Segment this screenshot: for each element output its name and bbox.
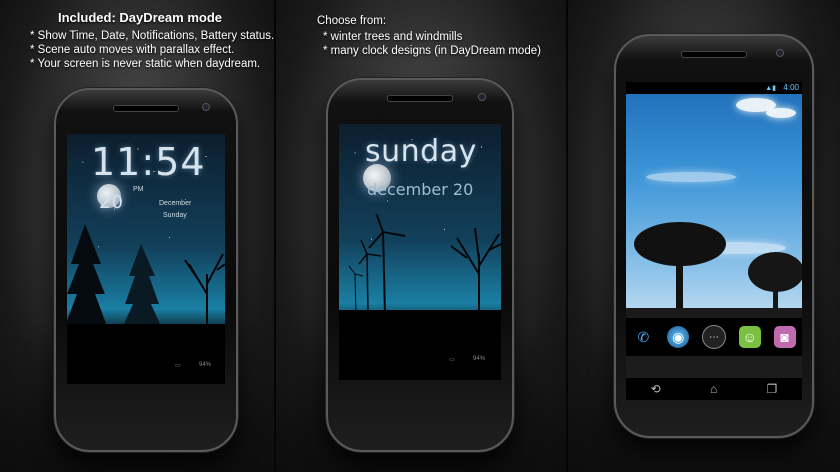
clock-ampm: PM xyxy=(133,186,144,193)
daydream-screen: 11:54 PM 20 December Sunday ▭ 94% xyxy=(67,134,225,384)
phone-camera xyxy=(202,103,210,111)
panel2-bullet: * winter trees and windmills xyxy=(323,31,463,43)
notification-icon: ▭ xyxy=(175,363,181,369)
back-icon[interactable]: ⟲ xyxy=(651,382,661,396)
bare-tree-right xyxy=(450,227,501,314)
windmill-small xyxy=(348,265,364,315)
phone-camera xyxy=(478,93,486,101)
clock-day-number: 20 xyxy=(99,192,124,213)
panel1-bullet: * Show Time, Date, Notifications, Batter… xyxy=(30,30,275,42)
daydream-screen: sunday december 20 ▭ 94% xyxy=(339,124,501,380)
oak-tree-right xyxy=(748,252,802,312)
clock-weekday: sunday xyxy=(365,134,477,169)
phone-speaker xyxy=(387,95,453,102)
phone-device-3: ▲▮ 4:00 ✆ ◉ ⋯ ☺ ◙ ⟲ ⌂ ❐ xyxy=(614,34,814,438)
phone-speaker xyxy=(113,105,179,112)
phone-icon[interactable]: ✆ xyxy=(632,326,654,348)
panel2-caption: Choose from: * winter trees and windmill… xyxy=(317,14,541,58)
bare-tree-right xyxy=(184,253,225,326)
cloud xyxy=(646,172,736,182)
phone-speaker xyxy=(681,51,747,58)
panel1-heading: Included: DayDream mode xyxy=(58,10,222,25)
browser-globe-icon[interactable]: ◉ xyxy=(667,326,690,348)
panel2-bullet: * many clock designs (in DayDream mode) xyxy=(323,45,541,57)
windmill-large xyxy=(368,214,406,315)
homescreen: ▲▮ 4:00 ✆ ◉ ⋯ ☺ ◙ ⟲ ⌂ ❐ xyxy=(626,82,802,400)
app-dock: ✆ ◉ ⋯ ☺ ◙ xyxy=(626,318,802,356)
cloud xyxy=(766,108,796,118)
oak-trees-illustration xyxy=(626,222,802,322)
screen-bottom-area xyxy=(67,324,225,384)
app-drawer-icon[interactable]: ⋯ xyxy=(701,325,726,349)
windmill-medium xyxy=(358,239,382,315)
recent-apps-icon[interactable]: ❐ xyxy=(767,382,778,396)
messaging-icon[interactable]: ☺ xyxy=(738,326,761,348)
clock-month: December xyxy=(159,200,192,207)
home-icon[interactable]: ⌂ xyxy=(710,382,717,396)
panel1-caption: Included: DayDream mode * Show Time, Dat… xyxy=(30,10,274,71)
clock-date: december 20 xyxy=(367,180,474,199)
panel1-bullet: * Scene auto moves with parallax effect. xyxy=(30,44,235,56)
battery-status: 94% xyxy=(473,356,486,362)
status-bar: ▲▮ 4:00 xyxy=(626,82,802,94)
screen-bottom-area xyxy=(339,320,501,380)
panel2-heading: Choose from: xyxy=(317,15,387,27)
status-clock: 4:00 xyxy=(783,83,799,92)
camera-icon[interactable]: ◙ xyxy=(773,326,796,348)
winter-trees-illustration xyxy=(67,224,225,334)
navigation-bar: ⟲ ⌂ ❐ xyxy=(626,378,802,400)
pine-tree-left xyxy=(67,224,107,326)
oak-tree-left xyxy=(634,222,726,312)
phone-camera xyxy=(776,49,784,57)
signal-icon: ▲▮ xyxy=(765,85,776,92)
windmills-illustration xyxy=(339,214,501,324)
panel1-bullet: * Your screen is never static when daydr… xyxy=(30,58,261,70)
clock-time: 11:54 xyxy=(91,140,206,184)
phone-device-2: sunday december 20 ▭ 94% xyxy=(326,78,514,452)
pine-tree-middle xyxy=(123,244,161,326)
phone-device-1: 11:54 PM 20 December Sunday ▭ 94% xyxy=(54,88,238,452)
notification-icon: ▭ xyxy=(449,357,455,363)
battery-status: 94% xyxy=(199,362,212,368)
